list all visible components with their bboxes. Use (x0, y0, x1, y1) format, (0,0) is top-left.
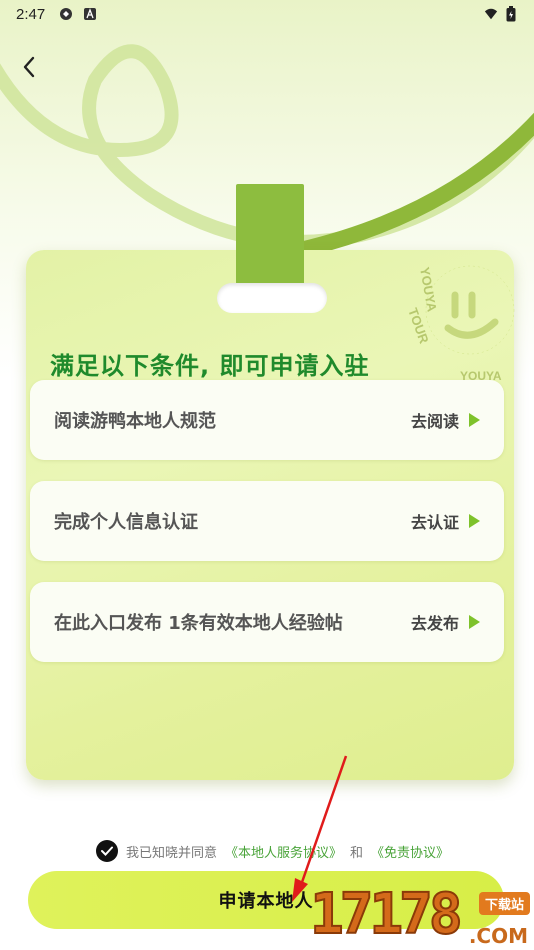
agree-prefix: 我已知晓并同意 (126, 845, 218, 861)
battery-icon (504, 6, 518, 22)
task-label: 完成个人信息认证 (54, 512, 198, 533)
apply-local-button[interactable]: 申请本地人 (28, 871, 504, 929)
play-arrow-icon (469, 514, 480, 528)
svg-text:YOUYA: YOUYA (460, 369, 502, 380)
status-icons-left (59, 7, 97, 21)
wifi-icon (484, 7, 498, 21)
agreement-row: 我已知晓并同意 《本地人服务协议》 和 《免责协议》 (96, 840, 449, 862)
youya-tour-stamp: YOUYA TOUR YOUYA (405, 265, 515, 380)
agree-checkbox[interactable] (96, 840, 118, 862)
status-bar: 2:47 (0, 0, 534, 28)
checkmark-icon (101, 846, 113, 856)
sync-icon (59, 7, 73, 21)
task-row-verify-identity[interactable]: 完成个人信息认证 去认证 (30, 481, 504, 561)
task-label: 在此入口发布 1条有效本地人经验帖 (54, 613, 343, 634)
card-title: 满足以下条件, 即可申请入驻 (50, 352, 370, 380)
task-label: 阅读游鸭本地人规范 (54, 411, 216, 432)
publish-action-button[interactable]: 去发布 (411, 610, 480, 634)
disclaimer-link[interactable]: 《免责协议》 (371, 842, 449, 861)
task-row-read-rules[interactable]: 阅读游鸭本地人规范 去阅读 (30, 380, 504, 460)
back-button[interactable] (12, 50, 46, 84)
task-row-publish-post[interactable]: 在此入口发布 1条有效本地人经验帖 去发布 (30, 582, 504, 662)
badge-strap (236, 184, 304, 290)
task-action-label: 去认证 (410, 513, 459, 532)
task-action-label: 去阅读 (410, 412, 459, 431)
status-icons-right (484, 6, 518, 22)
a-badge-icon (83, 7, 97, 21)
status-time: 2:47 (16, 5, 46, 23)
annotation-arrow (292, 755, 348, 902)
play-arrow-icon (469, 615, 480, 629)
read-action-button[interactable]: 去阅读 (411, 408, 480, 432)
verify-action-button[interactable]: 去认证 (411, 509, 480, 533)
chevron-left-icon (23, 56, 35, 78)
task-action-label: 去发布 (410, 614, 459, 633)
play-arrow-icon (469, 413, 480, 427)
badge-slot (217, 283, 327, 313)
